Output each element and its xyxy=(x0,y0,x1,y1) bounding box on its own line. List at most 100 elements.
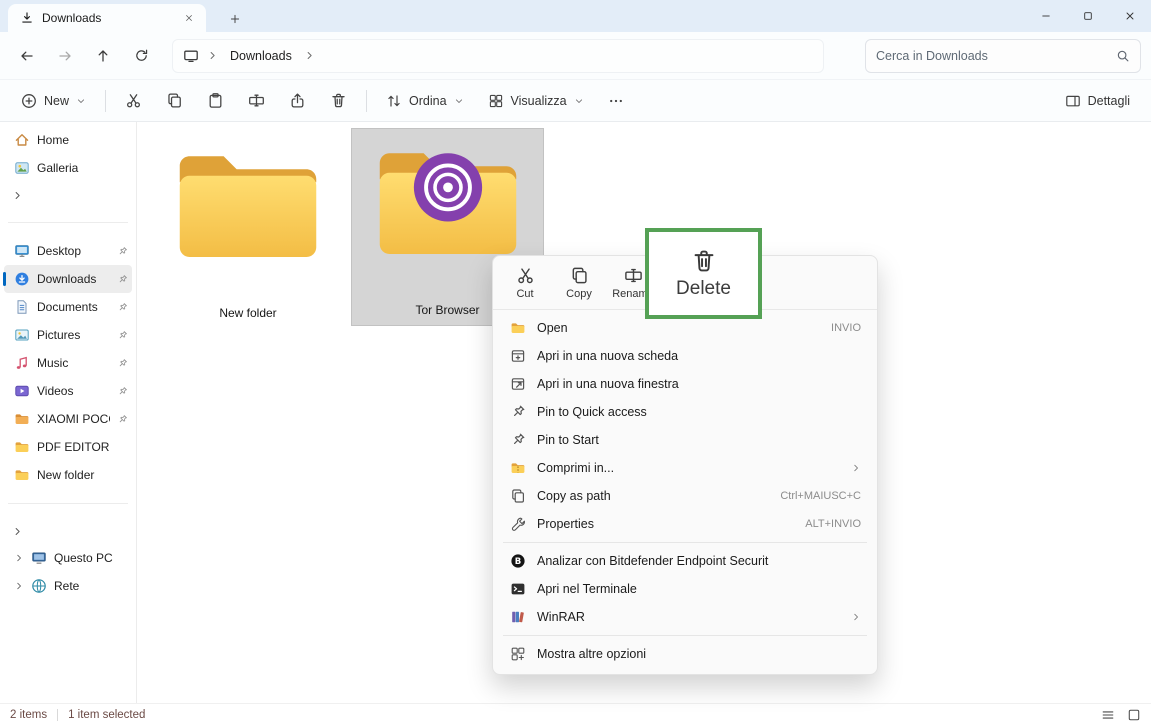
folder-icon xyxy=(14,467,30,483)
context-menu-item-show-more-options[interactable]: Mostra altre opzioni xyxy=(497,640,873,668)
open-folder-icon xyxy=(509,320,526,336)
file-explorer-window: { "colors": { "annotation_green": "#55a1… xyxy=(0,0,1151,725)
breadcrumb-chevron-icon[interactable] xyxy=(304,50,315,61)
sidebar-item-desktop[interactable]: Desktop xyxy=(4,237,132,265)
videos-icon xyxy=(14,383,30,399)
plus-circle-icon xyxy=(21,93,37,109)
tab-downloads[interactable]: Downloads xyxy=(8,4,206,32)
new-button[interactable]: New xyxy=(10,85,97,117)
quick-action-cut[interactable]: Cut xyxy=(499,259,551,307)
ellipsis-icon xyxy=(608,93,624,109)
sidebar-item-documents[interactable]: Documents xyxy=(4,293,132,321)
sidebar-item-xiaomi-poco-f[interactable]: XIAOMI POCO F xyxy=(4,405,132,433)
pin-icon xyxy=(117,414,128,425)
context-menu-items: Open INVIO Apri in una nuova scheda Apri… xyxy=(493,310,877,670)
gallery-icon xyxy=(14,160,30,176)
sidebar-item-rete[interactable]: Rete xyxy=(4,572,132,600)
delete-action-annotation[interactable]: Delete xyxy=(645,228,762,319)
close-button[interactable] xyxy=(1109,0,1151,32)
maximize-icon xyxy=(1082,10,1094,22)
minimize-button[interactable] xyxy=(1025,0,1067,32)
sidebar-collapse-chevron[interactable] xyxy=(0,518,136,544)
back-button[interactable] xyxy=(10,39,44,73)
status-selected-count: 1 item selected xyxy=(68,709,145,721)
more-button[interactable] xyxy=(597,85,635,117)
view-button[interactable]: Visualizza xyxy=(477,85,595,117)
tor-browser-folder-icon xyxy=(369,137,527,267)
context-menu-item-bitdefender-scan[interactable]: Analizar con Bitdefender Endpoint Securi… xyxy=(497,547,873,575)
up-button[interactable] xyxy=(86,39,120,73)
breadcrumb-chevron-icon xyxy=(207,50,218,61)
sidebar-item-pdf-editor[interactable]: PDF EDITOR xyxy=(4,433,132,461)
context-menu-item-winrar[interactable]: WinRAR xyxy=(497,603,873,631)
chevron-right-icon[interactable] xyxy=(14,553,24,563)
sidebar-item-videos[interactable]: Videos xyxy=(4,377,132,405)
search-icon xyxy=(1116,49,1130,63)
sidebar-item-downloads[interactable]: Downloads xyxy=(4,265,132,293)
sidebar-separator xyxy=(8,222,128,223)
desktop-icon xyxy=(14,243,30,259)
window-controls xyxy=(1025,0,1151,32)
sidebar-item-questo-pc[interactable]: Questo PC xyxy=(4,544,132,572)
sort-button-label: Ordina xyxy=(409,94,447,108)
sort-button[interactable]: Ordina xyxy=(375,85,475,117)
close-icon xyxy=(1124,10,1136,22)
context-menu-item-pin-to-start[interactable]: Pin to Start xyxy=(497,426,873,454)
address-bar[interactable]: Downloads xyxy=(172,39,824,73)
chevron-down-icon xyxy=(454,96,464,106)
terminal-icon xyxy=(509,581,526,597)
context-menu-item-open-in-terminal[interactable]: Apri nel Terminale xyxy=(497,575,873,603)
share-button[interactable] xyxy=(278,85,317,117)
chevron-right-icon[interactable] xyxy=(14,581,24,591)
file-label: New folder xyxy=(219,306,276,320)
refresh-button[interactable] xyxy=(124,39,158,73)
annotation-label: Delete xyxy=(676,278,731,300)
clipboard-icon xyxy=(207,92,224,109)
maximize-button[interactable] xyxy=(1067,0,1109,32)
context-menu-item-open-new-window[interactable]: Apri in una nuova finestra xyxy=(497,370,873,398)
context-menu-item-copy-as-path[interactable]: Copy as path Ctrl+MAIUSC+C xyxy=(497,482,873,510)
forward-button[interactable] xyxy=(48,39,82,73)
pin-icon xyxy=(117,330,128,341)
context-menu-item-pin-quick-access[interactable]: Pin to Quick access xyxy=(497,398,873,426)
paste-button[interactable] xyxy=(196,85,235,117)
search-input[interactable] xyxy=(876,49,1108,63)
breadcrumb-downloads[interactable]: Downloads xyxy=(226,47,296,65)
details-view-toggle-icon[interactable] xyxy=(1101,708,1115,722)
icons-view-toggle-icon[interactable] xyxy=(1127,708,1141,722)
minimize-icon xyxy=(1040,10,1052,22)
titlebar: Downloads xyxy=(0,0,1151,32)
toolbar-divider xyxy=(105,90,106,112)
sidebar-separator xyxy=(8,503,128,504)
network-icon xyxy=(31,578,47,594)
rename-button[interactable] xyxy=(237,85,276,117)
device-folder-icon xyxy=(14,411,30,427)
new-tab-button[interactable] xyxy=(224,8,246,30)
sidebar-item-new-folder[interactable]: New folder xyxy=(4,461,132,489)
sidebar-item-music[interactable]: Music xyxy=(4,349,132,377)
sidebar-item-pictures[interactable]: Pictures xyxy=(4,321,132,349)
copy-button[interactable] xyxy=(155,85,194,117)
context-menu-item-properties[interactable]: Properties ALT+INVIO xyxy=(497,510,873,538)
tab-close-button[interactable] xyxy=(180,9,198,27)
sidebar-item-home[interactable]: Home xyxy=(4,126,132,154)
delete-button[interactable] xyxy=(319,85,358,117)
view-toggles xyxy=(1101,708,1141,722)
details-button[interactable]: Dettagli xyxy=(1054,85,1141,117)
this-pc-icon xyxy=(183,48,199,64)
command-bar: New Ordina Visualizza Dettagli xyxy=(0,80,1151,122)
context-menu-separator xyxy=(503,542,867,543)
pictures-icon xyxy=(14,327,30,343)
pin-icon xyxy=(117,358,128,369)
cut-button[interactable] xyxy=(114,85,153,117)
sidebar-collapse-chevron[interactable] xyxy=(0,182,136,208)
context-menu-item-open-new-tab[interactable]: Apri in una nuova scheda xyxy=(497,342,873,370)
sidebar-item-galleria[interactable]: Galleria xyxy=(4,154,132,182)
context-menu-item-compress[interactable]: Comprimi in... xyxy=(497,454,873,482)
more-options-icon xyxy=(509,646,526,662)
file-tile-new-folder[interactable]: New folder xyxy=(163,132,333,328)
trash-icon xyxy=(691,247,717,275)
navigation-bar: Downloads xyxy=(0,32,1151,80)
folder-icon xyxy=(14,439,30,455)
quick-action-copy[interactable]: Copy xyxy=(553,259,605,307)
